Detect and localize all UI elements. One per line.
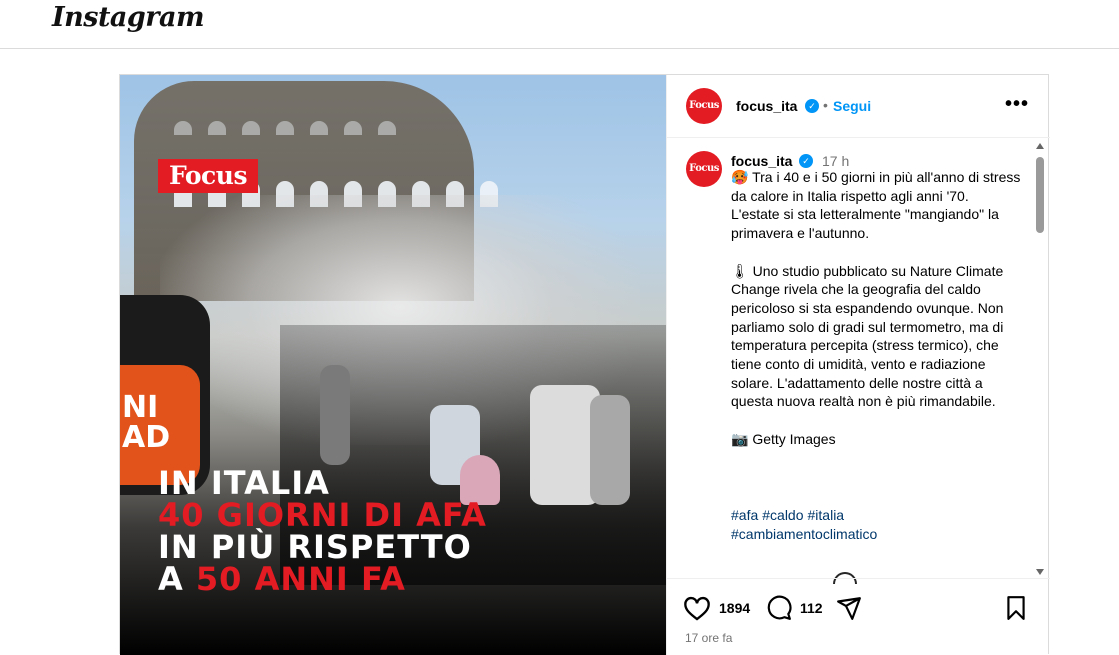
hashtag-list: #afa #caldo #italia #cambiamentoclimatico	[731, 506, 1021, 543]
separator-dot: •	[823, 97, 828, 113]
post-time[interactable]: 17 h	[822, 153, 849, 169]
caption-username[interactable]: focus_ita	[731, 153, 792, 169]
more-options-icon[interactable]: •••	[1005, 93, 1029, 116]
post-actions: 1894 112 17 ore fa	[667, 578, 1050, 655]
post-card: NI AD Focus IN ITALIA 40 GIORNI DI AFA I…	[119, 74, 1050, 655]
caption-text: 🥵 Tra i 40 e i 50 giorni in più all'anno…	[731, 169, 1021, 447]
post-header: Focus focus_ita ✓ • Segui •••	[667, 75, 1050, 138]
post-sidebar: Focus focus_ita ✓ • Segui ••• Focus focu…	[666, 75, 1050, 655]
comments-count[interactable]: 112	[800, 600, 823, 616]
bookmark-icon[interactable]	[1004, 595, 1028, 626]
caption-scrollbar[interactable]	[1033, 141, 1047, 579]
headline-line-4: A 50 ANNI FA	[158, 560, 406, 598]
scroll-down-arrow-icon[interactable]	[1036, 569, 1044, 575]
top-bar: Instagram	[0, 0, 1119, 49]
headline-line-3: IN PIÙ RISPETTO	[158, 528, 472, 566]
focus-brand-badge: Focus	[158, 159, 258, 193]
posted-ago[interactable]: 17 ore fa	[685, 631, 732, 645]
headline-line-1: IN ITALIA	[158, 464, 330, 502]
image-headline: IN ITALIA 40 GIORNI DI AFA IN PIÙ RISPET…	[158, 467, 487, 595]
likes-count[interactable]: 1894	[719, 600, 750, 616]
verified-badge-icon: ✓	[799, 154, 813, 168]
hashtag-link[interactable]: #afa	[731, 506, 758, 525]
follow-button[interactable]: Segui	[833, 98, 871, 114]
post-image[interactable]: NI AD Focus IN ITALIA 40 GIORNI DI AFA I…	[120, 75, 666, 655]
account-username[interactable]: focus_ita	[736, 98, 797, 114]
caption-area[interactable]: Focus focus_ita ✓ 17 h 🥵 Tra i 40 e i 50…	[667, 138, 1050, 578]
caption-avatar[interactable]: Focus	[686, 151, 722, 187]
hashtag-link[interactable]: #cambiamentoclimatico	[731, 525, 877, 544]
scroll-up-arrow-icon[interactable]	[1036, 143, 1044, 149]
verified-badge-icon: ✓	[805, 99, 819, 113]
heart-icon[interactable]	[683, 595, 711, 626]
headline-line-2: 40 GIORNI DI AFA	[158, 496, 487, 534]
hashtag-link[interactable]: #italia	[808, 506, 845, 525]
mic-label-bottom: AD	[122, 420, 171, 455]
account-avatar[interactable]: Focus	[686, 88, 722, 124]
share-icon[interactable]	[835, 595, 863, 626]
hashtag-link[interactable]: #caldo	[762, 506, 803, 525]
mic-label-top: NI	[122, 390, 159, 425]
scrollbar-thumb[interactable]	[1036, 157, 1044, 233]
comment-icon[interactable]	[765, 595, 793, 626]
instagram-logo[interactable]: Instagram	[52, 2, 205, 33]
